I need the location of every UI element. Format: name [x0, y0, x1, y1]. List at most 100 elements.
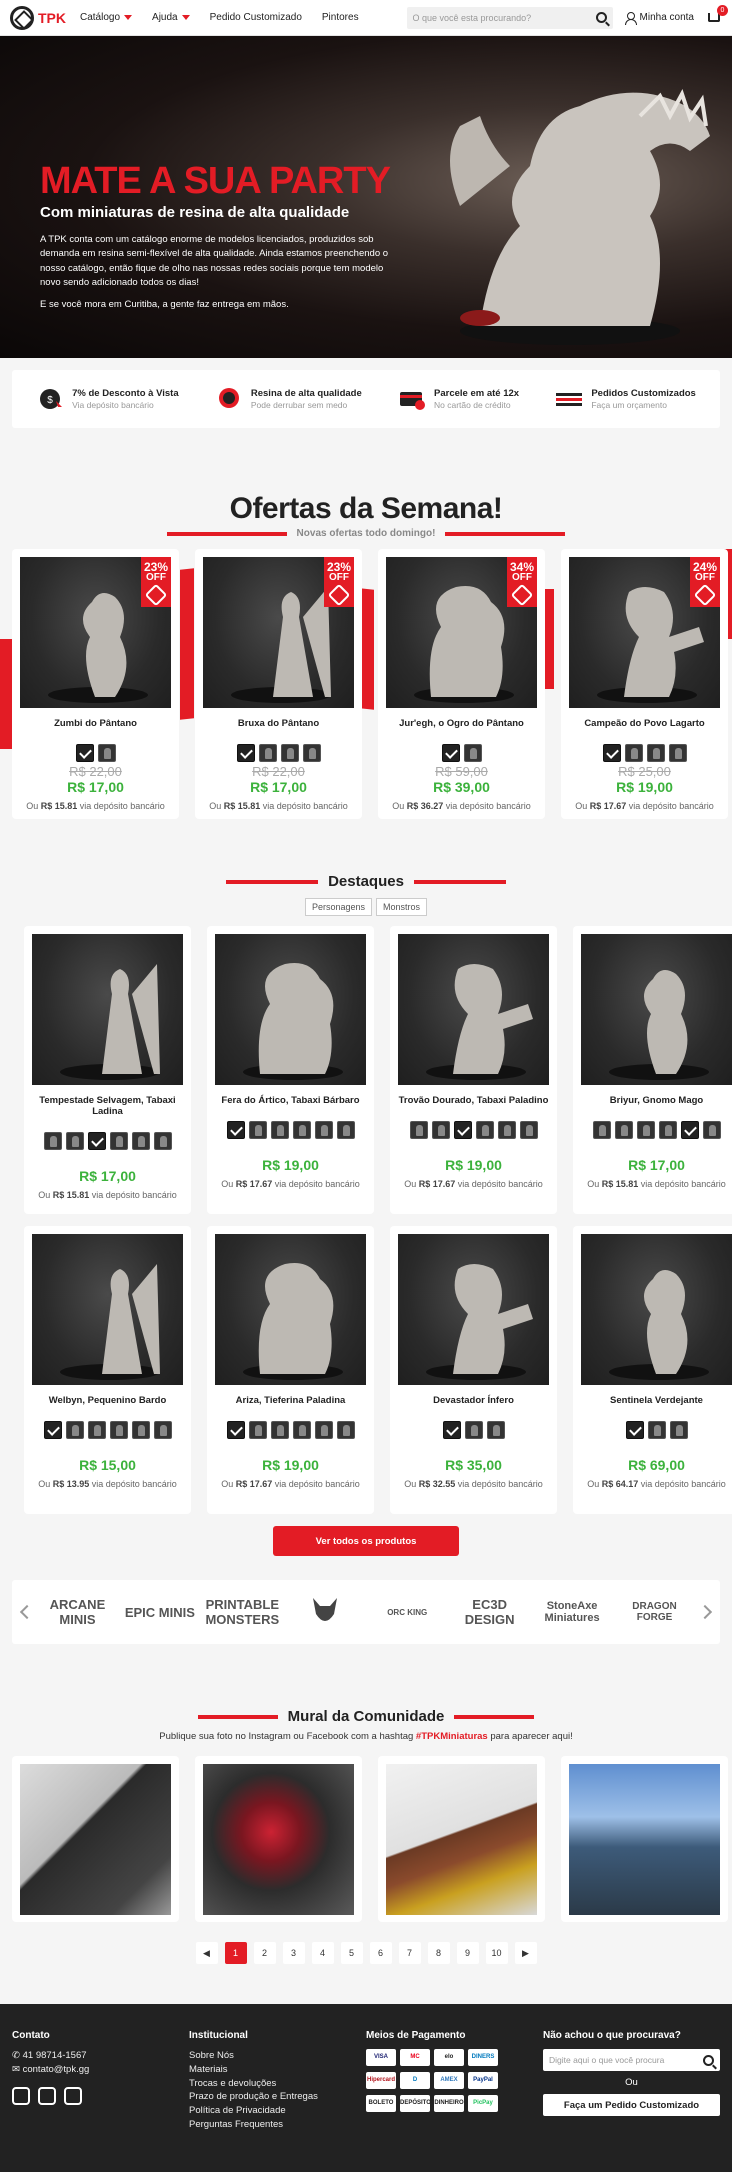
product-image[interactable]	[398, 934, 549, 1085]
product-image[interactable]: 23% OFF	[20, 557, 171, 708]
search-icon[interactable]	[703, 2054, 714, 2066]
variant-swatch-selected[interactable]	[680, 1121, 699, 1139]
pager-next-icon[interactable]: ▶	[514, 1942, 537, 1964]
variant-swatch[interactable]	[248, 1421, 267, 1439]
variant-swatch[interactable]	[475, 1121, 494, 1139]
community-photo[interactable]	[561, 1756, 728, 1922]
product-name[interactable]: Bruxa do Pântano	[203, 718, 354, 730]
product-card[interactable]: Ariza, Tieferina Paladina R$ 19,00 Ou R$ 1…	[207, 1226, 374, 1514]
variant-swatch[interactable]	[258, 744, 277, 762]
variant-swatch[interactable]	[636, 1121, 655, 1139]
variant-swatch-selected[interactable]	[442, 1421, 461, 1439]
variant-swatch-selected[interactable]	[236, 744, 255, 762]
product-name[interactable]: Tempestade Selvagem, Tabaxi Ladina	[32, 1095, 183, 1118]
product-card[interactable]: 24% OFF Campeão do Povo Lagarto R$ 25,00 R$ …	[561, 549, 728, 819]
variant-swatch[interactable]	[668, 744, 687, 762]
page-9[interactable]: 9	[456, 1942, 479, 1964]
brand-logo[interactable]: EC3D DESIGN	[453, 1597, 527, 1627]
footer-link[interactable]: Política de Privacidade	[189, 2104, 366, 2118]
product-image[interactable]: 23% OFF	[203, 557, 354, 708]
page-7[interactable]: 7	[398, 1942, 421, 1964]
variant-swatch[interactable]	[647, 1421, 666, 1439]
product-card[interactable]: 23% OFF Zumbi do Pântano R$ 22,00 R$ 17,00 Ou…	[12, 549, 179, 819]
product-name[interactable]: Campeão do Povo Lagarto	[569, 718, 720, 730]
page-1[interactable]: 1	[224, 1942, 247, 1964]
variant-swatch[interactable]	[65, 1421, 84, 1439]
product-image[interactable]	[398, 1234, 549, 1385]
footer-link[interactable]: Materiais	[189, 2063, 366, 2077]
product-card[interactable]: Briyur, Gnomo Mago R$ 17,00 Ou R$ 15.81 vi…	[573, 926, 732, 1214]
product-image[interactable]	[581, 934, 732, 1085]
variant-swatch-selected[interactable]	[75, 744, 94, 762]
custom-order-button[interactable]: Faça um Pedido Customizado	[543, 2094, 720, 2116]
product-image[interactable]	[32, 934, 183, 1085]
footer-link[interactable]: Trocas e devoluções	[189, 2077, 366, 2091]
brand-logo[interactable]: ORC KING	[370, 1608, 444, 1617]
variant-swatch[interactable]	[270, 1121, 289, 1139]
variant-swatch[interactable]	[624, 744, 643, 762]
variant-swatch-selected[interactable]	[87, 1131, 106, 1150]
footer-email[interactable]: ✉ contato@tpk.gg	[12, 2063, 189, 2077]
variant-swatch-selected[interactable]	[441, 744, 460, 762]
variant-swatch[interactable]	[280, 744, 299, 762]
variant-swatch-selected[interactable]	[625, 1421, 644, 1439]
logo[interactable]: TPK	[10, 5, 66, 30]
pager-prev-icon[interactable]: ◀	[195, 1942, 218, 1964]
variant-swatch-selected[interactable]	[226, 1121, 245, 1139]
tab-personagens[interactable]: Personagens	[304, 898, 373, 916]
footer-search-input[interactable]: Digite aqui o que você procura	[543, 2049, 720, 2071]
variant-swatch-selected[interactable]	[602, 744, 621, 762]
page-3[interactable]: 3	[282, 1942, 305, 1964]
footer-link[interactable]: Sobre Nós	[189, 2049, 366, 2063]
community-photo[interactable]	[12, 1756, 179, 1922]
carousel-next-icon[interactable]	[697, 1604, 713, 1620]
twitter-icon[interactable]	[64, 2086, 82, 2105]
product-name[interactable]: Welbyn, Pequenino Bardo	[32, 1395, 183, 1407]
brand-logo-creature[interactable]	[288, 1594, 362, 1631]
account-link[interactable]: Minha conta	[624, 11, 694, 25]
variant-swatch[interactable]	[669, 1421, 688, 1439]
product-image[interactable]	[215, 1234, 366, 1385]
brand-logo[interactable]: StoneAxe Miniatures	[535, 1600, 609, 1624]
variant-swatch[interactable]	[302, 744, 321, 762]
nav-pedido-customizado[interactable]: Pedido Customizado	[210, 12, 302, 23]
variant-swatch[interactable]	[270, 1421, 289, 1439]
facebook-icon[interactable]	[38, 2086, 56, 2105]
nav-catalogo[interactable]: Catálogo	[80, 12, 133, 23]
product-card[interactable]: Devastador Ínfero R$ 35,00 Ou R$ 32.55 via…	[390, 1226, 557, 1514]
page-10[interactable]: 10	[485, 1942, 508, 1964]
brand-logo[interactable]: ARCANE MINIS	[40, 1597, 114, 1627]
nav-ajuda[interactable]: Ajuda	[152, 12, 190, 23]
page-8[interactable]: 8	[427, 1942, 450, 1964]
product-image[interactable]: 34% OFF	[386, 557, 537, 708]
variant-swatch[interactable]	[336, 1121, 355, 1139]
brand-logo[interactable]: PRINTABLE MONSTERS	[205, 1597, 279, 1627]
product-image[interactable]	[32, 1234, 183, 1385]
product-name[interactable]: Jur'egh, o Ogro do Pântano	[386, 718, 537, 730]
variant-swatch[interactable]	[497, 1121, 516, 1139]
carousel-prev-icon[interactable]	[19, 1604, 35, 1620]
variant-swatch[interactable]	[702, 1121, 721, 1139]
search-icon[interactable]	[595, 12, 607, 23]
product-name[interactable]: Sentinela Verdejante	[581, 1395, 732, 1407]
variant-swatch[interactable]	[519, 1121, 538, 1139]
product-card[interactable]: Fera do Ártico, Tabaxi Bárbaro R$ 19,00 Ou…	[207, 926, 374, 1214]
community-photo[interactable]	[378, 1756, 545, 1922]
variant-swatch[interactable]	[431, 1121, 450, 1139]
cart-button[interactable]: 0	[706, 4, 728, 25]
product-card[interactable]: Tempestade Selvagem, Tabaxi Ladina R$ 17,…	[24, 926, 191, 1214]
product-name[interactable]: Ariza, Tieferina Paladina	[215, 1395, 366, 1407]
product-card[interactable]: Welbyn, Pequenino Bardo R$ 15,00 Ou R$ 13.…	[24, 1226, 191, 1514]
product-name[interactable]: Zumbi do Pântano	[20, 718, 171, 730]
search-input[interactable]: O que você esta procurando?	[406, 6, 613, 29]
variant-swatch[interactable]	[109, 1421, 128, 1439]
variant-swatch[interactable]	[314, 1121, 333, 1139]
product-name[interactable]: Fera do Ártico, Tabaxi Bárbaro	[215, 1095, 366, 1107]
variant-swatch[interactable]	[43, 1131, 62, 1150]
variant-swatch[interactable]	[153, 1421, 172, 1439]
footer-link[interactable]: Perguntas Frequentes	[189, 2118, 366, 2132]
variant-swatch[interactable]	[65, 1131, 84, 1150]
view-all-products-button[interactable]: Ver todos os produtos	[273, 1526, 459, 1556]
variant-swatch[interactable]	[658, 1121, 677, 1139]
page-4[interactable]: 4	[311, 1942, 334, 1964]
